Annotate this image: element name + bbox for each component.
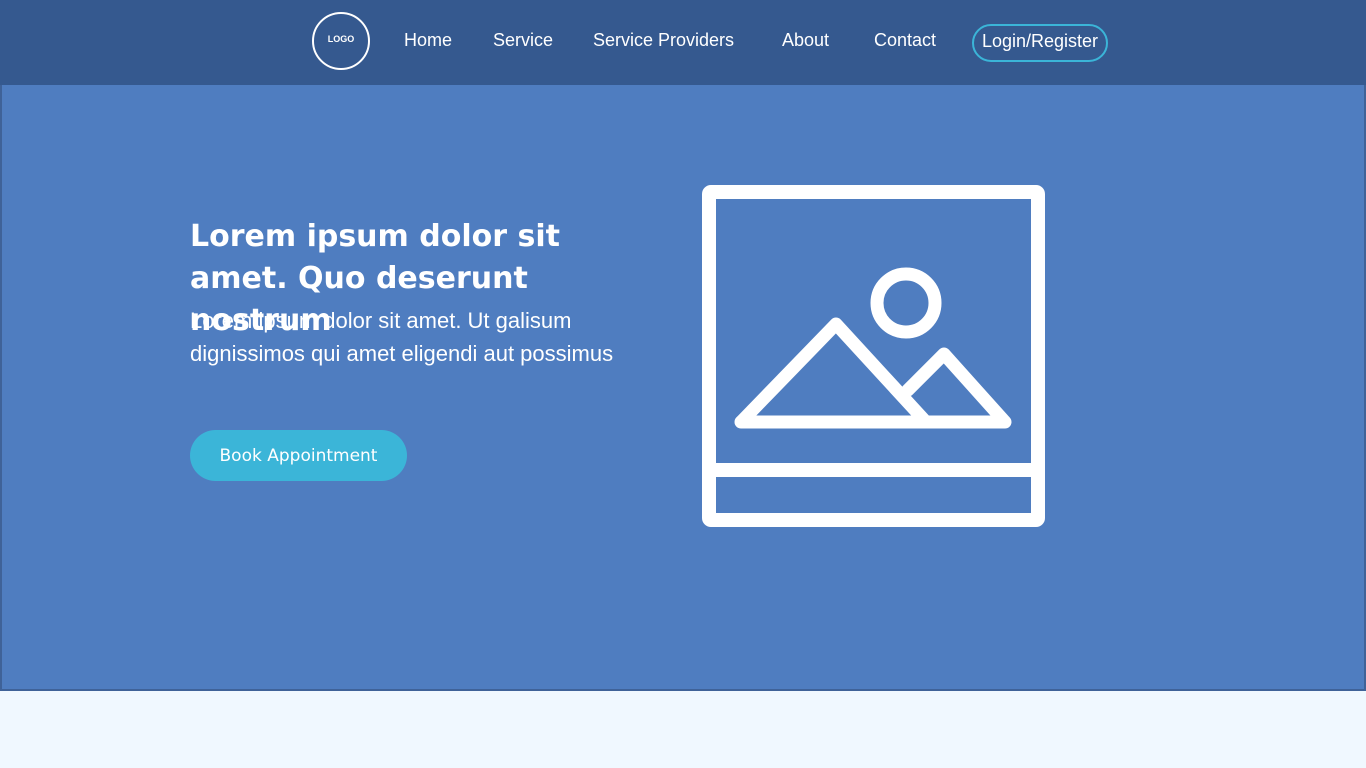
- book-appointment-button[interactable]: Book Appointment: [190, 430, 407, 481]
- nav-link-service[interactable]: Service: [493, 30, 553, 51]
- logo[interactable]: LOGO: [312, 12, 370, 70]
- nav-link-home[interactable]: Home: [404, 30, 452, 51]
- nav-link-about[interactable]: About: [782, 30, 829, 51]
- nav-link-contact[interactable]: Contact: [874, 30, 936, 51]
- login-register-button[interactable]: Login/Register: [972, 24, 1108, 62]
- hero-subtitle: Lorem ipsum dolor sit amet. Ut galisum d…: [190, 308, 614, 366]
- navbar: LOGO Home Service Service Providers Abou…: [0, 0, 1366, 85]
- hero-section: [0, 85, 1366, 691]
- image-placeholder-icon: [702, 185, 1045, 527]
- nav-link-service-providers[interactable]: Service Providers: [593, 30, 734, 51]
